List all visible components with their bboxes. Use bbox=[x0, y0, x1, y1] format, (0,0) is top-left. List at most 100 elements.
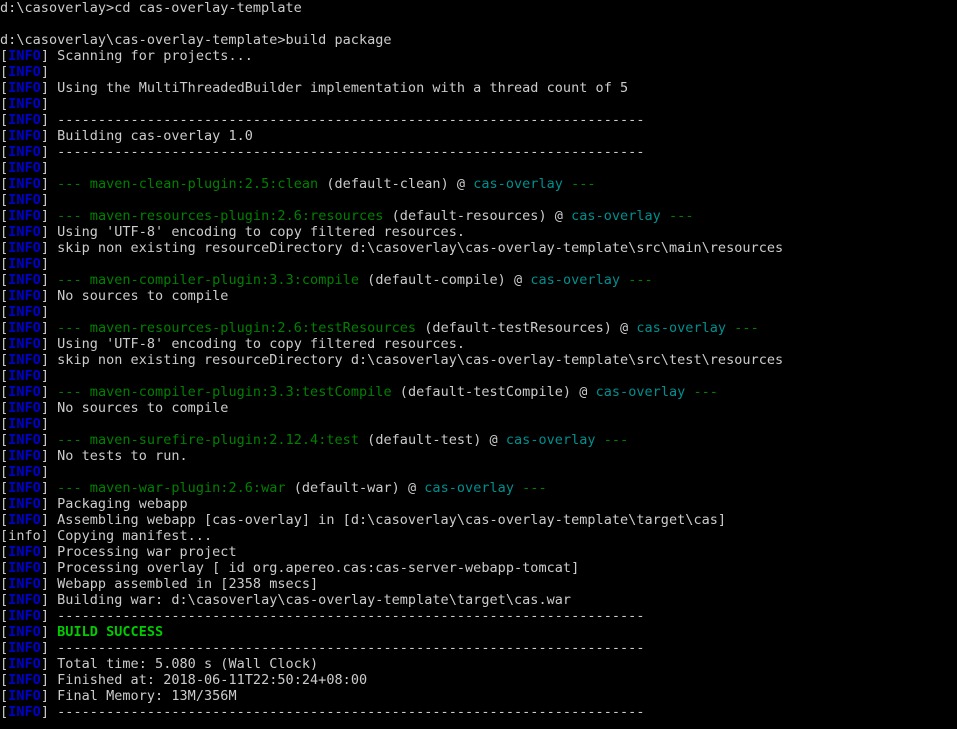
info-tag-close: ] bbox=[40, 464, 58, 480]
goal-artifact-id: cas-overlay bbox=[571, 208, 661, 224]
terminal-separator-line: [INFO] ---------------------------------… bbox=[0, 112, 957, 128]
info-tag-close: ] bbox=[40, 288, 58, 304]
info-tag-open: [ bbox=[0, 576, 9, 592]
info-tag-close: ] bbox=[40, 224, 58, 240]
info-tag-close: ] bbox=[40, 48, 58, 64]
terminal-info-line: [INFO] bbox=[0, 304, 957, 320]
info-tag-open: [ bbox=[0, 672, 9, 688]
goal-execution-id: (default-clean) @ bbox=[318, 176, 474, 192]
info-message: Packaging webapp bbox=[57, 496, 188, 512]
info-tag-close: ] bbox=[40, 624, 58, 640]
info-tag-label: INFO bbox=[8, 544, 41, 560]
terminal-prompt-line: d:\casoverlay\cas-overlay-template>build… bbox=[0, 32, 957, 48]
info-tag-open: [ bbox=[0, 288, 9, 304]
goal-lead-dashes: --- bbox=[57, 176, 90, 192]
info-tag-label: INFO bbox=[8, 288, 41, 304]
terminal-plain-line: [info] Copying manifest... bbox=[0, 528, 957, 544]
goal-artifact-id: cas-overlay bbox=[505, 432, 596, 448]
terminal-window[interactable]: d:\casoverlay>cd cas-overlay-template d:… bbox=[0, 0, 957, 729]
goal-plugin-coordinate: maven-compiler-plugin:3.3:compile bbox=[89, 272, 359, 288]
info-tag-close: ] bbox=[40, 144, 58, 160]
info-tag-open: [ bbox=[0, 336, 9, 352]
info-tag-open: [ bbox=[0, 160, 9, 176]
info-tag-close: ] bbox=[40, 496, 58, 512]
info-tag-label: INFO bbox=[8, 320, 41, 336]
info-message: No sources to compile bbox=[57, 288, 229, 304]
terminal-separator-line: [INFO] ---------------------------------… bbox=[0, 640, 957, 656]
info-tag-close: ] bbox=[40, 608, 58, 624]
info-tag-label: INFO bbox=[8, 496, 41, 512]
info-tag-open: [ bbox=[0, 624, 9, 640]
info-tag-open: [ bbox=[0, 224, 9, 240]
terminal-info-line: [INFO] Building war: d:\casoverlay\cas-o… bbox=[0, 592, 957, 608]
terminal-info-line: [INFO] skip non existing resourceDirecto… bbox=[0, 352, 957, 368]
terminal-info-line: [INFO] Using 'UTF-8' encoding to copy fi… bbox=[0, 336, 957, 352]
info-tag-label: INFO bbox=[8, 560, 41, 576]
info-tag-open: [ bbox=[0, 448, 9, 464]
goal-plugin-coordinate: maven-resources-plugin:2.6:resources bbox=[89, 208, 384, 224]
info-tag-open: [ bbox=[0, 560, 9, 576]
terminal-goal-line: [INFO] --- maven-compiler-plugin:3.3:tes… bbox=[0, 384, 957, 400]
terminal-info-line: [INFO] bbox=[0, 64, 957, 80]
terminal-prompt-line: d:\casoverlay>cd cas-overlay-template bbox=[0, 0, 957, 16]
info-tag-open: [ bbox=[0, 352, 9, 368]
goal-trail-dashes: --- bbox=[595, 432, 629, 448]
terminal-separator-line: [INFO] ---------------------------------… bbox=[0, 608, 957, 624]
terminal-info-line: [INFO] Using the MultiThreadedBuilder im… bbox=[0, 80, 957, 96]
info-tag-close: ] bbox=[40, 368, 58, 384]
info-tag-close: ] bbox=[40, 176, 58, 192]
terminal-goal-line: [INFO] --- maven-resources-plugin:2.6:te… bbox=[0, 320, 957, 336]
info-tag-label: INFO bbox=[8, 336, 41, 352]
info-message: Building war: d:\casoverlay\cas-overlay-… bbox=[57, 592, 572, 608]
goal-plugin-coordinate: maven-clean-plugin:2.5:clean bbox=[89, 176, 319, 192]
info-tag-open: [ bbox=[0, 544, 9, 560]
info-tag-label: INFO bbox=[8, 272, 41, 288]
info-message: No sources to compile bbox=[57, 400, 229, 416]
info-tag-close: ] bbox=[40, 112, 58, 128]
goal-execution-id: (default-testCompile) @ bbox=[391, 384, 596, 400]
info-tag-open: [ bbox=[0, 304, 9, 320]
info-tag-open: [ bbox=[0, 416, 9, 432]
info-tag-close: ] bbox=[40, 640, 58, 656]
goal-trail-dashes: --- bbox=[660, 208, 694, 224]
terminal-goal-line: [INFO] --- maven-clean-plugin:2.5:clean … bbox=[0, 176, 957, 192]
info-tag-open: [ bbox=[0, 208, 9, 224]
info-tag-close: ] bbox=[40, 576, 58, 592]
info-tag-label: INFO bbox=[8, 128, 41, 144]
info-tag-close: ] bbox=[40, 560, 58, 576]
prompt-text: d:\casoverlay\cas-overlay-template>build… bbox=[0, 32, 392, 48]
info-tag-open: [ bbox=[0, 464, 9, 480]
terminal-info-line: [INFO] Final Memory: 13M/356M bbox=[0, 688, 957, 704]
terminal-info-line: [INFO] Using 'UTF-8' encoding to copy fi… bbox=[0, 224, 957, 240]
info-tag-close: ] bbox=[40, 192, 58, 208]
info-tag-close: ] bbox=[40, 96, 58, 112]
terminal-info-line: [INFO] No sources to compile bbox=[0, 400, 957, 416]
info-tag-label: INFO bbox=[8, 624, 41, 640]
goal-execution-id: (default-test) @ bbox=[359, 432, 506, 448]
info-tag-open: [ bbox=[0, 384, 9, 400]
separator-rule: ----------------------------------------… bbox=[57, 144, 645, 160]
goal-trail-dashes: --- bbox=[562, 176, 596, 192]
terminal-info-line: [INFO] bbox=[0, 464, 957, 480]
terminal-goal-line: [INFO] --- maven-compiler-plugin:3.3:com… bbox=[0, 272, 957, 288]
info-tag-open: [ bbox=[0, 176, 9, 192]
goal-execution-id: (default-war) @ bbox=[285, 480, 425, 496]
info-tag-open: [ bbox=[0, 80, 9, 96]
info-tag-label: INFO bbox=[8, 64, 41, 80]
info-tag-open: [ bbox=[0, 496, 9, 512]
info-tag-label: INFO bbox=[8, 400, 41, 416]
info-tag-close: ] bbox=[40, 512, 58, 528]
goal-trail-dashes: --- bbox=[514, 480, 547, 496]
info-tag-close: ] bbox=[40, 592, 58, 608]
plain-text: [info] Copying manifest... bbox=[0, 528, 213, 544]
info-tag-label: INFO bbox=[8, 144, 41, 160]
prompt-text: d:\casoverlay>cd cas-overlay-template bbox=[0, 0, 302, 16]
goal-trail-dashes: --- bbox=[685, 384, 718, 400]
info-tag-close: ] bbox=[40, 320, 58, 336]
info-tag-close: ] bbox=[40, 240, 58, 256]
info-message: Scanning for projects... bbox=[57, 48, 253, 64]
goal-trail-dashes: --- bbox=[620, 272, 653, 288]
info-tag-label: INFO bbox=[8, 384, 41, 400]
info-tag-open: [ bbox=[0, 112, 9, 128]
